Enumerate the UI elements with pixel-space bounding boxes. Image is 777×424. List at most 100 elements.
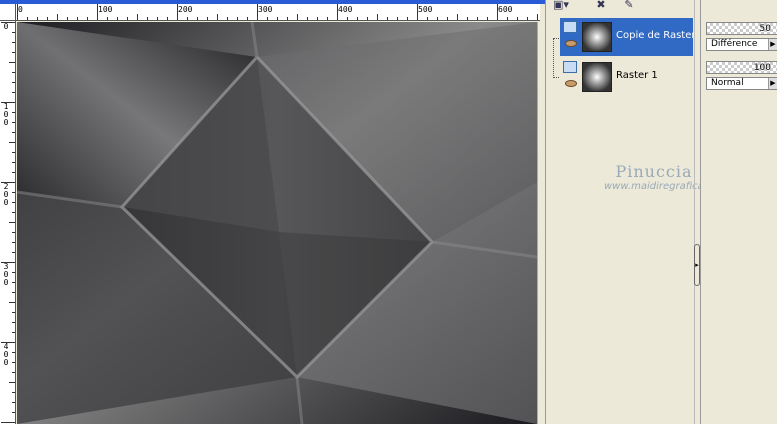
h-ruler-tick: [307, 17, 308, 20]
v-ruler-tick: [12, 32, 15, 33]
v-ruler-tick: [9, 62, 15, 63]
blend-mode-select-layer-2[interactable]: Normal ▶: [706, 77, 777, 90]
v-ruler-tick: [9, 142, 15, 143]
eye-icon[interactable]: [565, 40, 577, 47]
v-ruler-tick: [12, 72, 15, 73]
canvas-area: 0 100 200 300 400 500 600 0 100 200 300 …: [0, 0, 545, 424]
h-ruler-tick: [77, 17, 78, 20]
h-ruler-label: 300: [258, 5, 273, 14]
dropdown-arrow-icon[interactable]: ▶: [768, 78, 777, 89]
h-ruler-tick: [317, 17, 318, 20]
v-ruler-tick: [1, 342, 15, 343]
layer-row-copie-de-raster-1[interactable]: Copie de Raster 1: [560, 18, 705, 56]
layers-panel: ▣▾ ✖ ✎ Copie de Raster 1 Raster 1 Pinucc…: [545, 0, 719, 424]
image-render: [17, 22, 537, 424]
layers-toolbar: ▣▾ ✖ ✎: [546, 0, 701, 14]
layer-row-raster-1[interactable]: Raster 1: [560, 58, 693, 96]
new-layer-icon[interactable]: ▣▾: [550, 0, 572, 12]
raster-layer-icon: [563, 61, 577, 73]
blend-mode-value: Différence: [711, 39, 758, 49]
h-ruler-tick: [417, 4, 418, 20]
h-ruler-tick: [217, 14, 218, 20]
h-ruler-tick: [87, 17, 88, 20]
opacity-field-layer-1[interactable]: 50: [706, 22, 777, 35]
v-ruler-tick: [12, 162, 15, 163]
h-ruler-tick: [257, 4, 258, 20]
v-ruler-tick: [12, 312, 15, 313]
v-ruler-tick: [12, 112, 15, 113]
dropdown-arrow-icon[interactable]: ▶: [768, 39, 777, 50]
h-ruler-tick: [537, 14, 538, 20]
v-ruler-label: 100: [3, 102, 9, 127]
h-ruler-label: 200: [178, 5, 193, 14]
h-ruler-tick: [17, 4, 18, 20]
h-ruler-label: 100: [98, 5, 113, 14]
v-ruler-tick: [12, 372, 15, 373]
h-ruler-tick: [467, 17, 468, 20]
h-ruler-tick: [207, 17, 208, 20]
v-ruler-tick: [12, 412, 15, 413]
v-ruler-tick: [1, 22, 15, 23]
h-ruler-label: 500: [418, 5, 433, 14]
layer-name: Raster 1: [616, 70, 658, 81]
canvas-vertical-scrollbar[interactable]: [537, 22, 545, 424]
h-ruler-tick: [407, 17, 408, 20]
canvas-image[interactable]: [17, 22, 537, 424]
eye-icon[interactable]: [565, 80, 577, 87]
opacity-field-layer-2[interactable]: 100: [706, 61, 777, 74]
h-ruler-tick: [487, 17, 488, 20]
v-ruler-tick: [12, 322, 15, 323]
ruler-corner: [0, 4, 16, 21]
h-ruler-tick: [47, 17, 48, 20]
watermark-url: www.maidiregrafica.eu: [604, 181, 720, 192]
layer-thumbnail: [582, 22, 612, 52]
v-ruler-tick: [12, 282, 15, 283]
v-ruler-tick: [12, 82, 15, 83]
delete-layer-icon[interactable]: ✖: [590, 0, 612, 12]
h-ruler-tick: [367, 17, 368, 20]
h-ruler-tick: [97, 4, 98, 20]
v-ruler-tick: [12, 52, 15, 53]
h-ruler-tick: [277, 17, 278, 20]
v-ruler-tick: [12, 402, 15, 403]
watermark: Pinuccia www.maidiregrafica.eu: [604, 162, 720, 192]
h-ruler-tick: [327, 17, 328, 20]
h-ruler-tick: [497, 4, 498, 20]
v-ruler-tick: [12, 252, 15, 253]
h-ruler-tick: [357, 17, 358, 20]
h-ruler-tick: [397, 17, 398, 20]
v-ruler-tick: [12, 392, 15, 393]
h-ruler-tick: [187, 17, 188, 20]
v-ruler-tick: [12, 132, 15, 133]
h-ruler-tick: [117, 17, 118, 20]
h-ruler-tick: [227, 17, 228, 20]
h-ruler-tick: [477, 17, 478, 20]
v-ruler-tick: [12, 292, 15, 293]
blend-mode-value: Normal: [711, 78, 744, 88]
layer-thumbnail: [582, 62, 612, 92]
h-ruler-tick: [447, 17, 448, 20]
v-ruler-tick: [12, 122, 15, 123]
v-ruler-tick: [12, 242, 15, 243]
layer-name: Copie de Raster 1: [616, 30, 706, 41]
blend-mode-select-layer-1[interactable]: Différence ▶: [706, 38, 777, 51]
h-ruler-tick: [237, 17, 238, 20]
brush-icon[interactable]: ✎: [618, 0, 640, 12]
v-ruler-label: 300: [3, 262, 9, 287]
v-ruler-tick: [12, 192, 15, 193]
v-ruler-tick: [12, 362, 15, 363]
h-ruler-tick: [427, 17, 428, 20]
h-ruler-tick: [177, 4, 178, 20]
h-ruler-tick: [337, 4, 338, 20]
h-ruler-tick: [137, 14, 138, 20]
h-ruler-label: 400: [338, 5, 353, 14]
h-ruler-tick: [297, 14, 298, 20]
h-ruler-tick: [247, 17, 248, 20]
h-ruler-tick: [107, 17, 108, 20]
group-bracket: [553, 38, 559, 78]
v-ruler-tick: [9, 222, 15, 223]
h-ruler-tick: [197, 17, 198, 20]
v-ruler-tick: [12, 202, 15, 203]
h-ruler-tick: [67, 17, 68, 20]
watermark-title: Pinuccia: [615, 162, 693, 181]
